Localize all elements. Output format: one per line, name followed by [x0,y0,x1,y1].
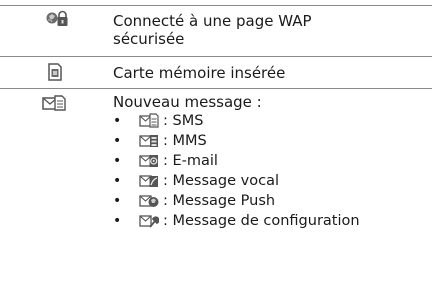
row-description: Connecté à une page WAP sécurisée [113,12,312,48]
message-type-label: : Message de configuration [163,213,360,229]
row-text-line: sécurisée [113,30,185,48]
new-message-icon [42,95,66,111]
row-text-line: Connecté à une page WAP [113,12,312,30]
table-divider [0,5,432,6]
table-divider [0,88,432,89]
bullet: • [113,213,122,229]
wap-secure-icon [46,10,68,26]
message-type-label: : Message Push [163,193,276,209]
sms-icon [139,113,159,128]
message-type-label: : MMS [163,133,207,149]
row-description: Nouveau message : [113,93,262,111]
bullet: • [113,193,122,209]
config-icon [139,215,159,228]
bullet: • [113,173,122,189]
bullet: • [113,113,122,129]
row-text-line: Nouveau message : [113,93,262,111]
voicemail-icon [139,175,158,187]
message-type-label: : SMS [163,113,204,129]
row-description: Carte mémoire insérée [113,64,285,82]
bullet: • [113,153,122,169]
push-icon [139,195,159,207]
table-divider [0,56,432,57]
mms-icon [139,135,158,147]
row-text-line: Carte mémoire insérée [113,64,286,82]
message-type-label: : Message vocal [163,173,279,189]
email-icon [139,155,158,167]
bullet: • [113,133,122,149]
message-type-label: : E-mail [163,153,218,169]
memory-card-icon [48,63,62,81]
